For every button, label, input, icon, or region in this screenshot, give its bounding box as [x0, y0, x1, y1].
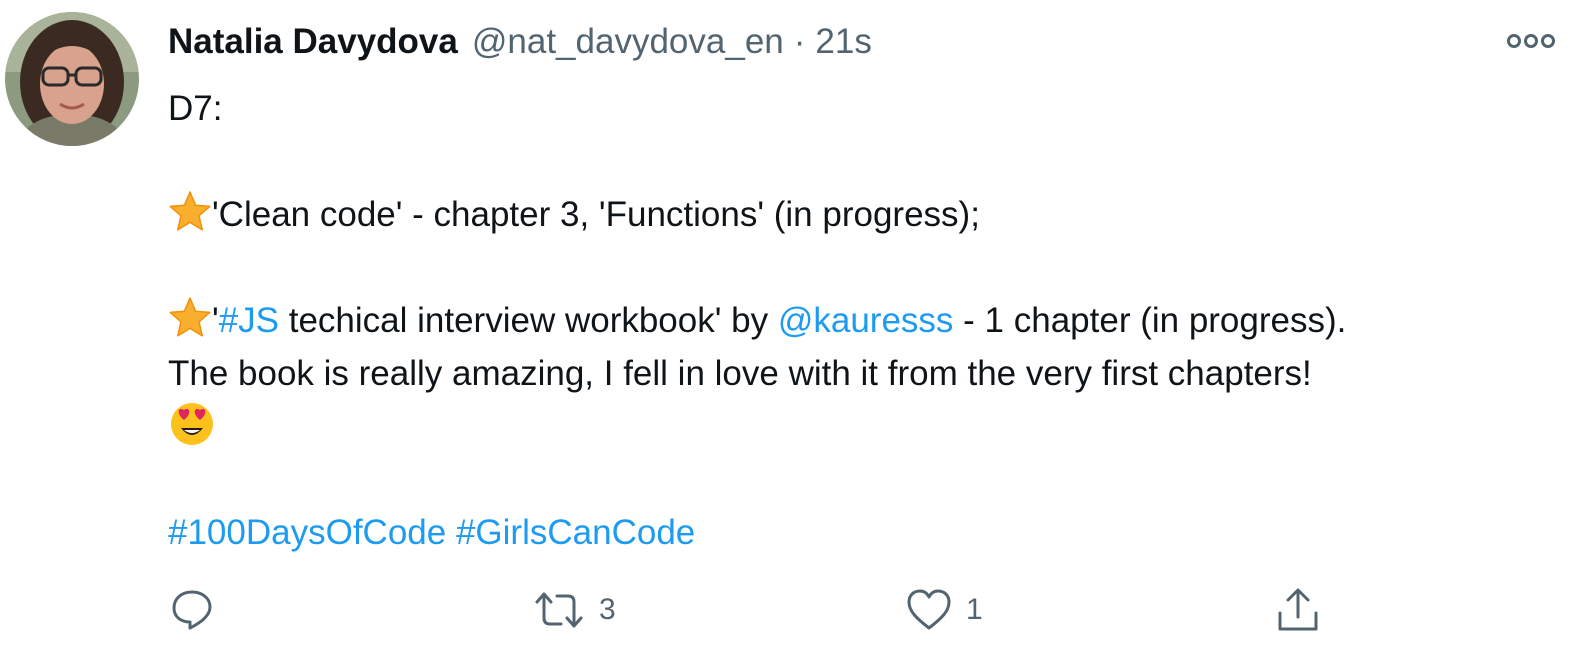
tweet-header: Natalia Davydova @nat_davydova_en · 21s [168, 18, 872, 66]
hashtag-js[interactable]: #JS [219, 301, 279, 340]
heart-eyes-emoji [168, 400, 216, 463]
tweet-text: D7: 'Clean code' - chapter 3, 'Functions… [168, 82, 1568, 559]
like-count: 1 [966, 593, 983, 626]
share-icon [1278, 588, 1318, 631]
star-emoji [168, 296, 212, 353]
more-options-button[interactable] [1506, 30, 1556, 52]
heart-icon [907, 589, 951, 630]
quote-mark: ' [212, 301, 219, 340]
reply-icon [172, 590, 212, 630]
action-bar: 3 1 [168, 585, 1548, 635]
retweet-count: 3 [599, 593, 616, 626]
like-button[interactable]: 1 [906, 585, 983, 635]
text-line-sentence: The book is really amazing, I fell in lo… [168, 354, 1312, 393]
user-handle[interactable]: @nat_davydova_en [472, 18, 784, 66]
text-line-hashtags: #100DaysOfCode #GirlsCanCode [168, 506, 1568, 559]
avatar-image [5, 12, 139, 146]
retweet-button[interactable]: 3 [533, 585, 616, 635]
item-2-text-b: - 1 chapter (in progress). [953, 301, 1347, 340]
reply-button[interactable] [170, 585, 228, 635]
hashtag-girlscancode[interactable]: #GirlsCanCode [456, 513, 695, 552]
hashtag-100daysofcode[interactable]: #100DaysOfCode [168, 513, 446, 552]
item-2-text-a: techical interview workbook' by [279, 301, 778, 340]
share-button[interactable] [1276, 585, 1320, 635]
text-line-emoji [168, 400, 1568, 453]
more-horizontal-icon [1507, 34, 1555, 48]
text-line-item-1: 'Clean code' - chapter 3, 'Functions' (i… [168, 188, 1568, 241]
text-line-item-2: '#JS techical interview workbook' by @ka… [168, 294, 1568, 347]
text-line-day: D7: [168, 89, 223, 128]
mention-kauresss[interactable]: @kauresss [778, 301, 954, 340]
retweet-icon [535, 592, 583, 628]
item-1-text: 'Clean code' - chapter 3, 'Functions' (i… [212, 195, 980, 234]
display-name[interactable]: Natalia Davydova [168, 18, 458, 66]
tweet[interactable]: Natalia Davydova @nat_davydova_en · 21s … [0, 0, 1588, 669]
star-emoji [168, 190, 212, 247]
timestamp[interactable]: 21s [815, 18, 871, 66]
avatar[interactable] [5, 12, 139, 146]
separator-dot: · [793, 22, 806, 61]
